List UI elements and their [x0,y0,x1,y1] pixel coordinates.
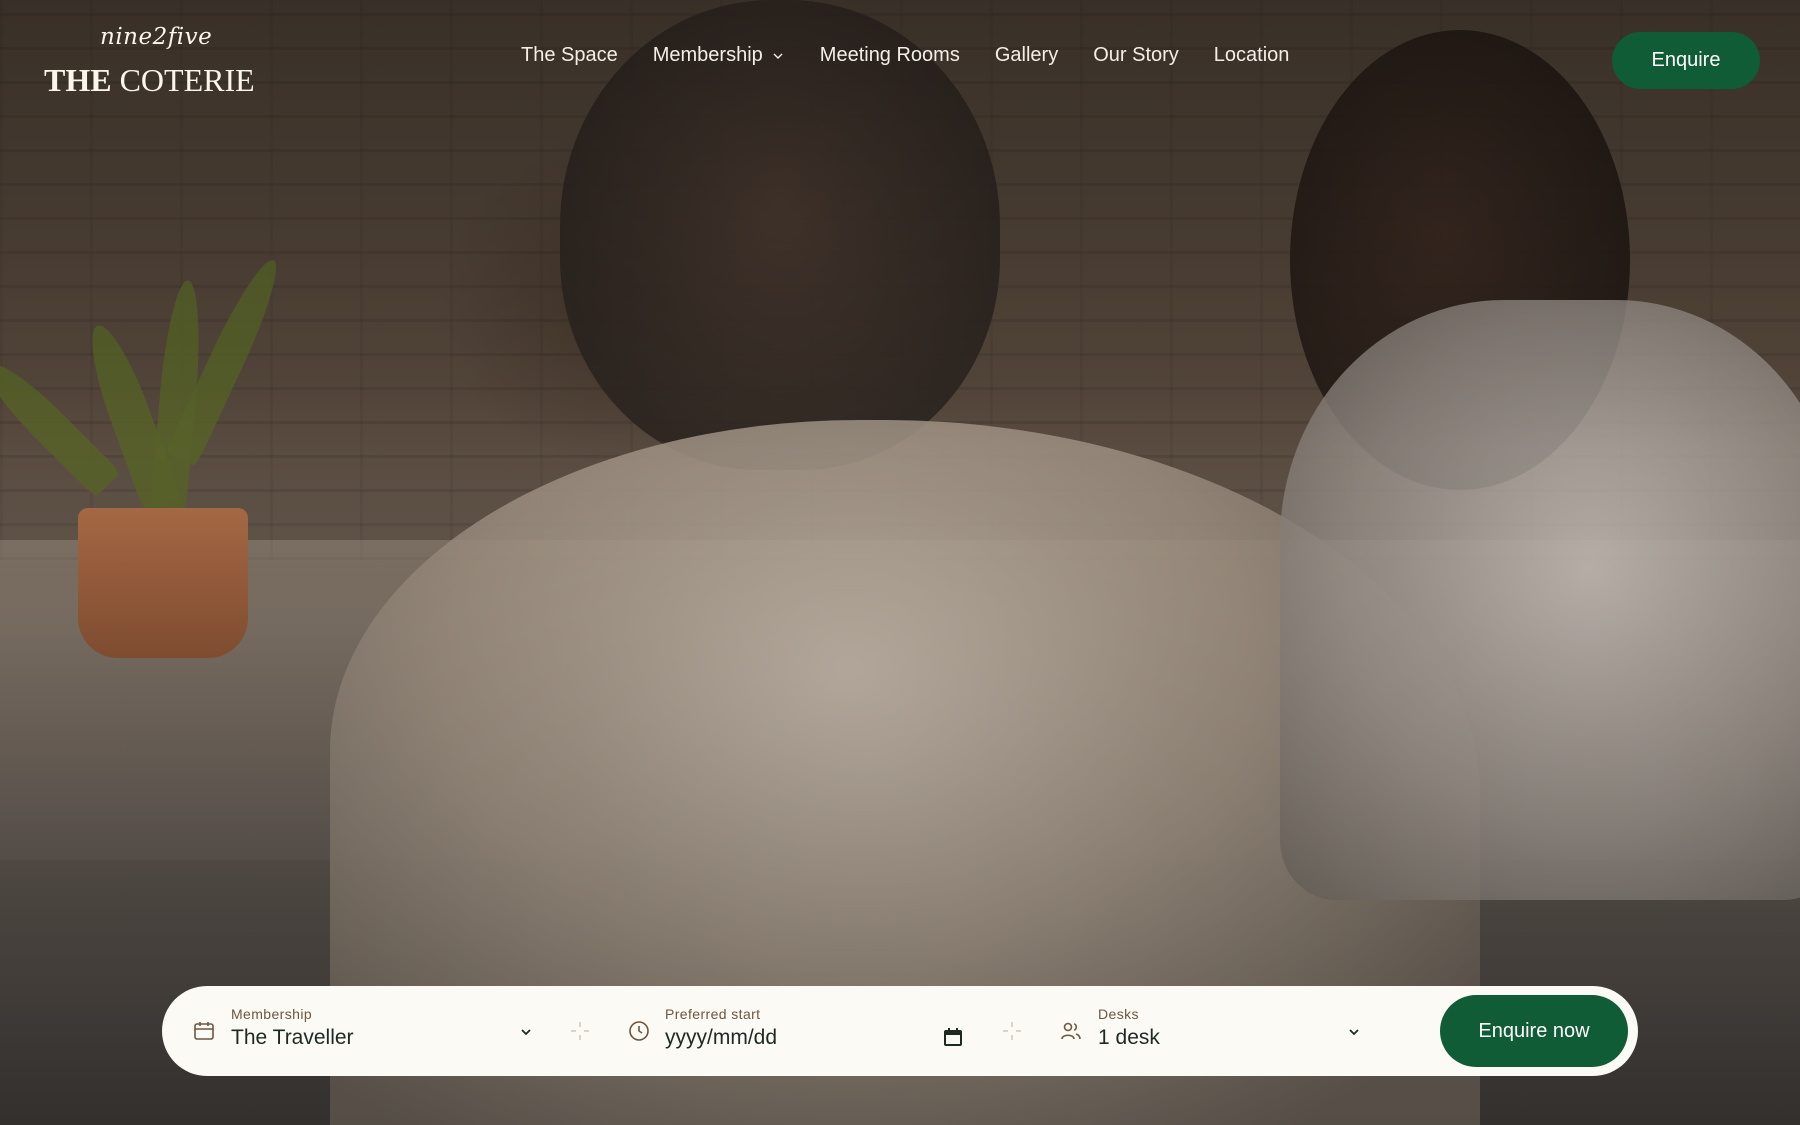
membership-value: The Traveller [231,1026,354,1049]
hero-background-image [0,0,1800,1125]
chevron-down-icon [521,1029,531,1036]
brand-script: nine2five [100,24,213,50]
nav-item-gallery[interactable]: Gallery [995,44,1058,67]
preferred-start-label: Preferred start [665,1006,761,1022]
nav-item-our-story[interactable]: Our Story [1093,44,1179,67]
preferred-start-field[interactable]: Preferred start yyyy/mm/dd [582,986,1002,1076]
nav-item-meeting-rooms[interactable]: Meeting Rooms [820,44,960,67]
calendar-icon [194,1022,214,1040]
clock-icon [629,1021,649,1041]
calendar-picker-icon[interactable] [942,1026,964,1048]
chevron-down-icon [773,53,783,59]
preferred-start-input[interactable]: yyyy/mm/dd [665,1026,777,1050]
site-header: nine2five THE COTERIE The Space Membersh… [0,0,1800,120]
brand-logo[interactable]: nine2five THE COTERIE [44,24,264,104]
desks-select[interactable]: Desks 1 desk [1017,986,1417,1076]
nav-item-location[interactable]: Location [1214,44,1290,67]
nav-item-the-space[interactable]: The Space [521,44,618,67]
enquire-button[interactable]: Enquire [1612,32,1760,89]
people-icon [1061,1022,1081,1040]
enquire-now-button[interactable]: Enquire now [1440,995,1628,1067]
chevron-down-icon [1349,1029,1359,1036]
desks-value: 1 desk [1098,1026,1160,1049]
membership-label: Membership [231,1006,313,1022]
main-nav: The Space Membership Meeting Rooms Galle… [521,44,1324,67]
brand-name: THE COTERIE [44,62,255,98]
membership-select[interactable]: Membership The Traveller [162,986,532,1076]
booking-bar: Membership The Traveller Preferred start… [162,986,1638,1076]
desks-label: Desks [1098,1006,1139,1022]
nav-item-membership[interactable]: Membership [653,44,785,67]
